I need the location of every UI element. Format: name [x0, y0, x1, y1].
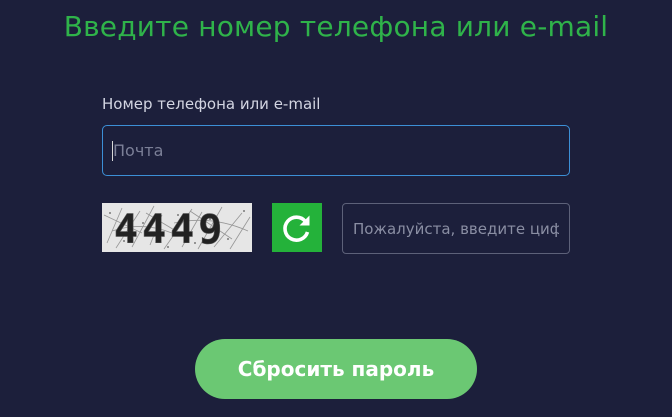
contact-input[interactable] [102, 125, 570, 176]
contact-field-label: Номер телефона или e-mail [102, 95, 321, 113]
refresh-icon [283, 214, 310, 242]
captcha-input[interactable] [342, 203, 570, 254]
text-caret [112, 141, 113, 161]
refresh-captcha-button[interactable] [272, 203, 322, 252]
reset-password-button[interactable]: Сбросить пароль [195, 339, 477, 399]
captcha-image: 4449 [102, 203, 252, 252]
captcha-noise-svg: 4449 [103, 205, 251, 252]
page-title: Введите номер телефона или e-mail [63, 10, 609, 43]
captcha-code: 4449 [114, 207, 226, 252]
